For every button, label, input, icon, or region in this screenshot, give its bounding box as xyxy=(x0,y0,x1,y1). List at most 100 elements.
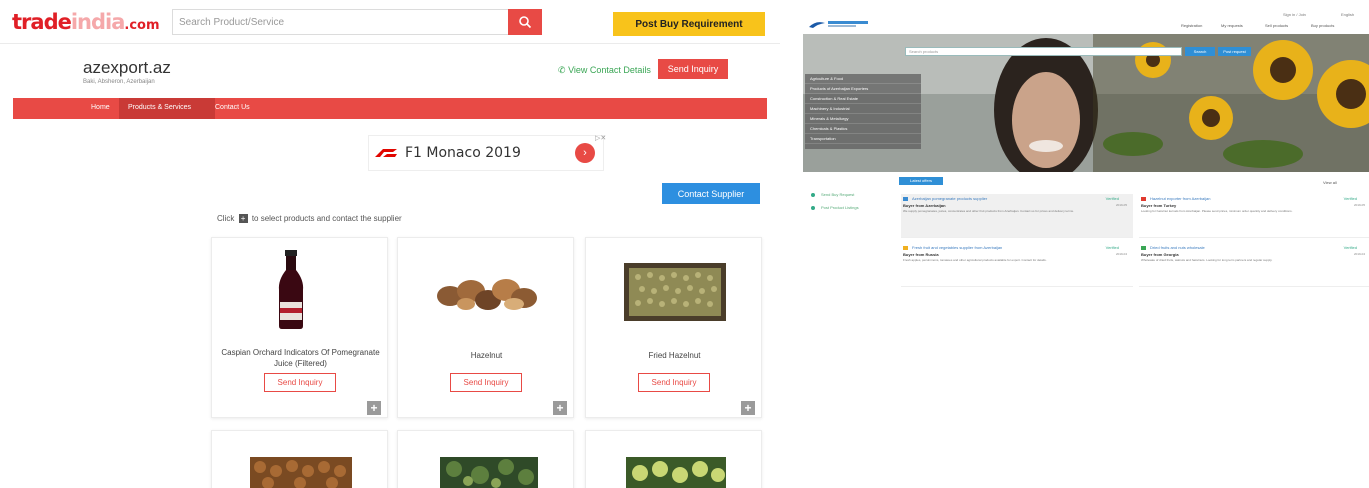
category-item[interactable]: Minerals & Metallurgy xyxy=(805,114,921,124)
offer-title[interactable]: Azerbaijan pomegranate products supplier xyxy=(903,196,987,201)
offer-date: 2019-05 xyxy=(1115,203,1127,207)
azexport-logo[interactable] xyxy=(808,18,880,30)
offer-subtitle: Buyer from Turkey xyxy=(1141,203,1177,208)
top-link-sell[interactable]: Sell products xyxy=(1265,23,1288,28)
offer-title-text: Hazelnut exporter from Azerbaijan xyxy=(1150,196,1211,201)
category-item[interactable]: Machinery & Industrial xyxy=(805,104,921,114)
product-send-inquiry-button[interactable]: Send Inquiry xyxy=(450,373,522,392)
product-card[interactable]: Caspian Orchard Indicators Of Pomegranat… xyxy=(211,237,388,418)
offer-description: We supply pomegranates, juices, concentr… xyxy=(903,209,1074,213)
hazelnut-image xyxy=(437,279,537,310)
product-card[interactable] xyxy=(585,430,762,488)
view-contact-label: View Contact Details xyxy=(568,65,651,75)
view-all-link[interactable]: View all xyxy=(1323,180,1337,185)
side-link-label: Post Product Listings xyxy=(821,205,859,210)
nav-products-services[interactable]: Products & Services xyxy=(128,104,191,111)
offer-subtitle: Buyer from Azerbaijan xyxy=(903,203,946,208)
flag-icon xyxy=(1141,196,1146,201)
product-name: Caspian Orchard Indicators Of Pomegranat… xyxy=(221,348,380,368)
product-send-inquiry-button[interactable]: Send Inquiry xyxy=(638,373,710,392)
category-item[interactable]: Chemicals & Plastics xyxy=(805,124,921,134)
offer-description: Wholesale of dried fruits, walnuts and h… xyxy=(1141,258,1273,262)
logo-part-trade: trade xyxy=(12,10,72,34)
offer-card[interactable]: Dried fruits and nuts wholesale Verified… xyxy=(1139,243,1369,287)
sign-in-link[interactable]: Sign in / Join xyxy=(1283,12,1306,17)
hint-text-before: Click xyxy=(217,214,235,223)
header-divider xyxy=(0,43,780,44)
flag-icon xyxy=(903,196,908,201)
tradeindia-page: tradeindia.com Search Product/Service Po… xyxy=(0,0,780,488)
offer-title[interactable]: Dried fruits and nuts wholesale xyxy=(1141,245,1205,250)
pomegranate-juice-bottle-image xyxy=(278,250,304,329)
category-item[interactable]: Construction & Real Estate xyxy=(805,94,921,104)
product-name: Fried Hazelnut xyxy=(648,351,701,360)
azexport-page: Sign in / Join English Registration My r… xyxy=(803,0,1369,290)
add-product-plus-icon[interactable]: + xyxy=(741,401,755,415)
bullet-icon xyxy=(811,205,815,210)
category-item[interactable]: Products of Azerbaijan Exporters xyxy=(805,84,921,94)
search-icon xyxy=(519,16,532,29)
product-card[interactable]: Hazelnut Send Inquiry + xyxy=(397,237,574,418)
logo-part-india: india xyxy=(70,10,126,34)
top-link-requests[interactable]: My requests xyxy=(1221,23,1243,28)
tree-fruit-image xyxy=(440,457,538,488)
select-products-hint: Click + to select products and contact t… xyxy=(217,214,402,224)
add-product-plus-icon[interactable]: + xyxy=(367,401,381,415)
product-card[interactable]: Fried Hazelnut Send Inquiry + xyxy=(585,237,762,418)
post-buy-requirement-button[interactable]: Post Buy Requirement xyxy=(613,12,765,36)
search-button[interactable] xyxy=(508,9,542,35)
hero-search-input[interactable]: Search products xyxy=(905,47,1182,56)
language-link[interactable]: English xyxy=(1341,12,1354,17)
hero-banner: Search products Search Post request Agri… xyxy=(803,34,1369,172)
offer-title[interactable]: Hazelnut exporter from Azerbaijan xyxy=(1141,196,1210,201)
hero-post-request-button[interactable]: Post request xyxy=(1218,47,1251,56)
side-link-post-products[interactable]: Post Product Listings xyxy=(811,205,859,210)
flag-icon xyxy=(903,245,908,250)
product-card[interactable] xyxy=(211,430,388,488)
product-card[interactable] xyxy=(397,430,574,488)
bullet-icon xyxy=(811,192,815,197)
company-nav-bar: Home Products & Services Contact Us xyxy=(13,98,767,119)
fried-hazelnut-tray-image xyxy=(624,263,726,321)
add-product-plus-icon[interactable]: + xyxy=(553,401,567,415)
offer-title-text: Fresh fruit and vegetables supplier from… xyxy=(912,245,1003,250)
verified-badge: Verified xyxy=(1105,245,1119,250)
nuts-image xyxy=(250,457,352,488)
nav-home[interactable]: Home xyxy=(91,104,110,111)
side-link-buy-request[interactable]: Send Buy Request xyxy=(811,192,854,197)
category-item[interactable]: Agriculture & Food xyxy=(805,74,921,84)
offer-title[interactable]: Fresh fruit and vegetables supplier from… xyxy=(903,245,1002,250)
search-input[interactable]: Search Product/Service xyxy=(172,9,512,35)
category-item[interactable]: Transportation xyxy=(805,134,921,144)
offer-date: 2019-04 xyxy=(1115,252,1127,256)
tradeindia-logo[interactable]: tradeindia.com xyxy=(12,10,160,34)
flag-icon xyxy=(1141,245,1146,250)
hero-search-button[interactable]: Search xyxy=(1185,47,1215,56)
ad-arrow-icon[interactable]: › xyxy=(575,143,595,163)
ad-close-icon[interactable]: ▷✕ xyxy=(595,134,606,142)
send-inquiry-button[interactable]: Send Inquiry xyxy=(658,59,728,79)
nav-contact-us[interactable]: Contact Us xyxy=(215,104,250,111)
offer-title-text: Dried fruits and nuts wholesale xyxy=(1150,245,1205,250)
offer-date: 2019-04 xyxy=(1353,252,1365,256)
offer-description: Fresh apples, persimmons, tomatoes and o… xyxy=(903,258,1047,262)
offer-subtitle: Buyer from Georgia xyxy=(1141,252,1179,257)
side-link-label: Send Buy Request xyxy=(821,192,855,197)
contact-supplier-button[interactable]: Contact Supplier xyxy=(662,183,760,204)
ad-banner[interactable]: F1 Monaco 2019 › ▷✕ xyxy=(368,134,606,171)
top-link-registration[interactable]: Registration xyxy=(1181,23,1202,28)
offer-description: Looking for hazelnut kernels from Azerba… xyxy=(1141,209,1293,213)
company-name: azexport.az xyxy=(83,58,171,77)
offer-card[interactable]: Azerbaijan pomegranate products supplier… xyxy=(901,194,1133,238)
top-link-buy[interactable]: Buy products xyxy=(1311,23,1334,28)
offer-card[interactable]: Fresh fruit and vegetables supplier from… xyxy=(901,243,1133,287)
f1-logo-icon xyxy=(375,149,397,157)
view-contact-details-link[interactable]: ✆ View Contact Details xyxy=(558,65,651,76)
verified-badge: Verified xyxy=(1343,196,1357,201)
offer-card[interactable]: Hazelnut exporter from Azerbaijan Verifi… xyxy=(1139,194,1369,238)
verified-badge: Verified xyxy=(1343,245,1357,250)
product-send-inquiry-button[interactable]: Send Inquiry xyxy=(264,373,336,392)
offer-title-text: Azerbaijan pomegranate products supplier xyxy=(912,196,988,201)
latest-offers-tab[interactable]: Latest offers xyxy=(899,177,943,185)
plus-icon: + xyxy=(238,214,248,224)
